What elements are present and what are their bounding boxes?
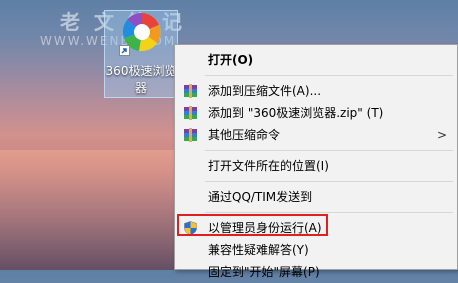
menu-item-send-via-qq[interactable]: 通过QQ/TIM发送到	[175, 186, 457, 208]
menu-item-add-to-zip[interactable]: 添加到 "360极速浏览器.zip" (T)	[175, 102, 457, 124]
menu-item-open[interactable]: 打开(O)	[175, 49, 457, 71]
red-highlight-box	[177, 214, 328, 236]
menu-item-compatibility-troubleshoot[interactable]: 兼容性疑难解答(Y)	[175, 239, 457, 261]
menu-separator	[205, 150, 453, 151]
menu-item-label: 添加到压缩文件(A)...	[208, 84, 322, 98]
menu-item-label: 打开(O)	[208, 53, 254, 67]
menu-separator	[205, 75, 453, 76]
menu-separator	[205, 212, 453, 213]
menu-item-label: 其他压缩命令	[208, 128, 281, 142]
menu-item-label: 固定到"开始"屏幕(P)	[208, 265, 320, 279]
desktop-wallpaper-horizon	[0, 150, 180, 270]
desktop-icon-label: 360极速浏览器	[105, 64, 177, 95]
menu-item-open-file-location[interactable]: 打开文件所在的位置(I)	[175, 155, 457, 177]
desktop-shortcut-360-browser[interactable]: 360极速浏览器	[104, 10, 178, 98]
winrar-archive-icon	[184, 128, 197, 142]
context-menu: 打开(O) 添加到压缩文件(A)... 添加到 "360极速浏览器.zip" (…	[174, 44, 458, 279]
menu-separator	[205, 181, 453, 182]
menu-item-label: 通过QQ/TIM发送到	[208, 190, 313, 204]
winrar-archive-icon	[184, 106, 197, 120]
winrar-archive-icon	[184, 84, 197, 98]
menu-item-label: 添加到 "360极速浏览器.zip" (T)	[208, 106, 384, 120]
shortcut-arrow-icon	[119, 45, 130, 56]
menu-item-pin-to-start[interactable]: 固定到"开始"屏幕(P)	[175, 261, 457, 283]
menu-item-label: 兼容性疑难解答(Y)	[208, 243, 309, 257]
chevron-right-icon: >	[436, 128, 447, 142]
menu-item-label: 打开文件所在的位置(I)	[208, 159, 329, 173]
menu-item-other-compress[interactable]: 其他压缩命令 >	[175, 124, 457, 146]
menu-item-add-to-archive[interactable]: 添加到压缩文件(A)...	[175, 80, 457, 102]
